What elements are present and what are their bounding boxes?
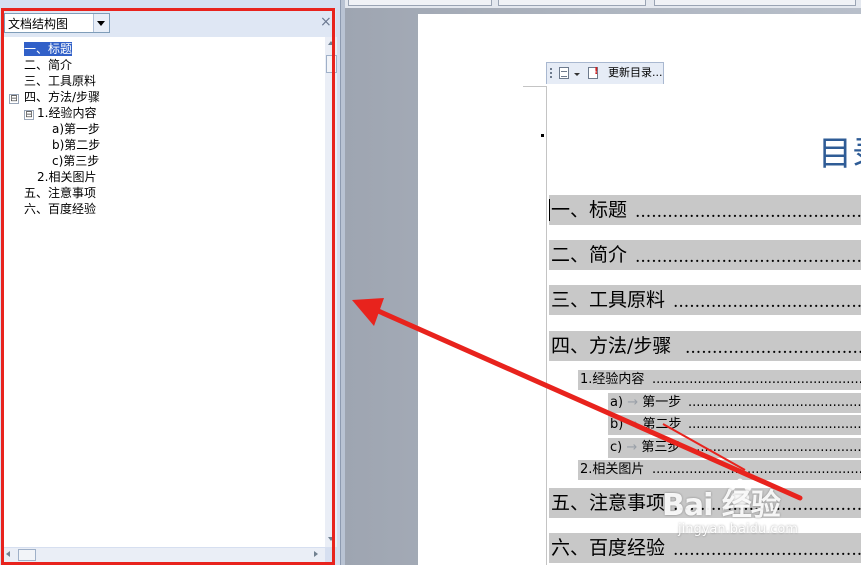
toc-entry[interactable]: c) → 第三步 ...............................… bbox=[608, 438, 861, 458]
toc-entry[interactable]: 六、百度经验 .................................… bbox=[549, 533, 861, 563]
tree-item-label: 一、标题 bbox=[24, 42, 73, 56]
toc-leader-dots: ........................................… bbox=[685, 338, 861, 358]
toc-entry-text: 四、方法/步骤 bbox=[551, 335, 672, 357]
step-text: 第一步 bbox=[642, 395, 682, 410]
update-toc-icon[interactable] bbox=[588, 66, 599, 79]
tab-arrow-icon: → bbox=[627, 417, 639, 432]
view-selector-dropdown[interactable]: 文档结构图 bbox=[4, 13, 110, 33]
tree-item-images[interactable]: 2.相关图片 bbox=[37, 169, 96, 185]
toc-entry-text: 三、工具原料 bbox=[551, 289, 666, 311]
toc-leader-dots: ........................................… bbox=[688, 440, 861, 455]
view-selector-value: 文档结构图 bbox=[8, 17, 69, 31]
scroll-left-icon[interactable] bbox=[6, 551, 10, 557]
toc-entry-text: 一、标题 bbox=[551, 199, 628, 221]
tree-item-label: 三、工具原料 bbox=[24, 74, 97, 88]
top-strip-segment bbox=[498, 0, 646, 6]
toc-entry[interactable]: b) → 第二步 ...............................… bbox=[608, 415, 861, 435]
tree-item-notes[interactable]: 五、注意事项 bbox=[24, 185, 96, 201]
scroll-thumb[interactable] bbox=[326, 55, 337, 73]
close-icon[interactable]: × bbox=[320, 15, 332, 29]
toc-entry-text: 1.经验内容 bbox=[580, 372, 645, 387]
tree-item-step-b[interactable]: b)第二步 bbox=[52, 137, 100, 153]
step-text: 第三步 bbox=[641, 440, 681, 455]
collapse-toggle-icon[interactable]: ⊟ bbox=[24, 110, 34, 120]
toc-entry-text: b) → 第二步 bbox=[610, 417, 682, 433]
scroll-right-icon[interactable] bbox=[314, 551, 318, 557]
tree-item-step-a[interactable]: a)第一步 bbox=[52, 121, 100, 137]
toc-entry-text: 六、百度经验 bbox=[551, 537, 666, 559]
toc-entry[interactable]: 2.相关图片 .................................… bbox=[578, 460, 861, 480]
update-toc-button[interactable]: 更新目录... bbox=[608, 66, 663, 80]
tree-item-label: a)第一步 bbox=[52, 122, 101, 136]
document-map-tree: 一、标题 二、简介 三、工具原料 ⊟ 四、方法/步骤 ⊟ 1.经验内容 a)第一… bbox=[2, 37, 325, 547]
tree-item-label: b)第二步 bbox=[52, 138, 101, 152]
toc-entry-text: 2.相关图片 bbox=[580, 462, 645, 477]
toc-entry[interactable]: 二、简介 ...................................… bbox=[549, 240, 861, 270]
table-of-contents-icon[interactable] bbox=[559, 67, 569, 79]
tree-item-label: 五、注意事项 bbox=[24, 186, 97, 200]
tree-item-label: 四、方法/步骤 bbox=[24, 90, 101, 104]
step-text: 第二步 bbox=[642, 417, 682, 432]
scroll-down-icon[interactable] bbox=[328, 537, 334, 541]
step-marker: a) bbox=[610, 395, 624, 410]
horizontal-scrollbar[interactable] bbox=[2, 548, 325, 562]
tab-arrow-icon: → bbox=[627, 395, 639, 410]
tab-arrow-icon: → bbox=[626, 440, 638, 455]
tree-item-label: c)第三步 bbox=[52, 154, 100, 168]
tree-item-intro[interactable]: 二、简介 bbox=[24, 57, 72, 73]
tree-item-label: 六、百度经验 bbox=[24, 202, 97, 216]
tree-item-label: 1.经验内容 bbox=[37, 106, 97, 120]
tree-item-method[interactable]: 四、方法/步骤 bbox=[24, 89, 100, 105]
margin-guide bbox=[546, 86, 547, 565]
paragraph-mark bbox=[541, 134, 544, 137]
scroll-up-icon[interactable] bbox=[328, 41, 334, 45]
toc-leader-dots: ........................................… bbox=[652, 462, 861, 477]
toc-entry[interactable]: 1.经验内容 .................................… bbox=[578, 370, 861, 390]
toc-entry-text: 五、注意事项 bbox=[551, 492, 666, 514]
watermark-logo: Bai 经验 bbox=[662, 488, 781, 523]
step-marker: c) bbox=[610, 440, 623, 455]
caret-down-icon[interactable] bbox=[574, 73, 580, 76]
tree-item-baidu[interactable]: 六、百度经验 bbox=[24, 201, 96, 217]
toc-content-control-tab: 更新目录... bbox=[546, 62, 664, 84]
toc-leader-dots: ........................................… bbox=[688, 417, 861, 432]
toc-leader-dots: ........................................… bbox=[635, 247, 861, 267]
top-ruler-strip bbox=[345, 0, 861, 8]
toc-entry[interactable]: 三、工具原料 .................................… bbox=[549, 285, 861, 315]
tree-item-label: 二、简介 bbox=[24, 58, 73, 72]
text-cursor bbox=[549, 199, 550, 221]
toc-entry[interactable]: a) → 第一步 ...............................… bbox=[608, 393, 861, 413]
toc-entry[interactable]: 一、标题 ...................................… bbox=[549, 195, 861, 225]
top-strip-segment bbox=[348, 0, 492, 6]
toc-entry[interactable]: 四、方法/步骤 ................................… bbox=[549, 331, 861, 361]
toc-leader-dots: ........................................… bbox=[635, 202, 861, 222]
vertical-scrollbar[interactable] bbox=[325, 37, 337, 547]
toc-entry-text: c) → 第三步 bbox=[610, 440, 680, 456]
toc-leader-dots: ........................................… bbox=[652, 372, 861, 387]
tree-item-title[interactable]: 一、标题 bbox=[24, 41, 73, 57]
tree-item-step-c[interactable]: c)第三步 bbox=[52, 153, 99, 169]
tree-item-experience[interactable]: 1.经验内容 bbox=[37, 105, 96, 121]
top-strip-segment bbox=[654, 0, 856, 6]
document-map-pane: 文档结构图 × 一、标题 二、简介 三、工具原料 ⊟ 四、方法/步骤 ⊟ 1.经… bbox=[0, 0, 340, 565]
step-marker: b) bbox=[610, 417, 624, 432]
chevron-down-icon[interactable] bbox=[93, 14, 109, 32]
toc-entry-text: 二、简介 bbox=[551, 244, 628, 266]
scroll-thumb[interactable] bbox=[18, 549, 36, 561]
tree-item-tools[interactable]: 三、工具原料 bbox=[24, 73, 96, 89]
toc-leader-dots: ........................................… bbox=[673, 292, 861, 312]
toc-title: 目录 bbox=[818, 134, 861, 174]
toc-entry-text: a) → 第一步 bbox=[610, 395, 681, 411]
tree-item-label: 2.相关图片 bbox=[37, 170, 97, 184]
watermark-url: jingyan.baidu.com bbox=[678, 522, 798, 537]
toc-leader-dots: ........................................… bbox=[673, 540, 861, 560]
margin-guide bbox=[523, 86, 547, 87]
pane-header: 文档结构图 × bbox=[0, 9, 336, 37]
collapse-toggle-icon[interactable]: ⊟ bbox=[9, 94, 19, 104]
toc-leader-dots: ........................................… bbox=[688, 395, 861, 410]
drag-handle-icon[interactable] bbox=[550, 68, 552, 79]
